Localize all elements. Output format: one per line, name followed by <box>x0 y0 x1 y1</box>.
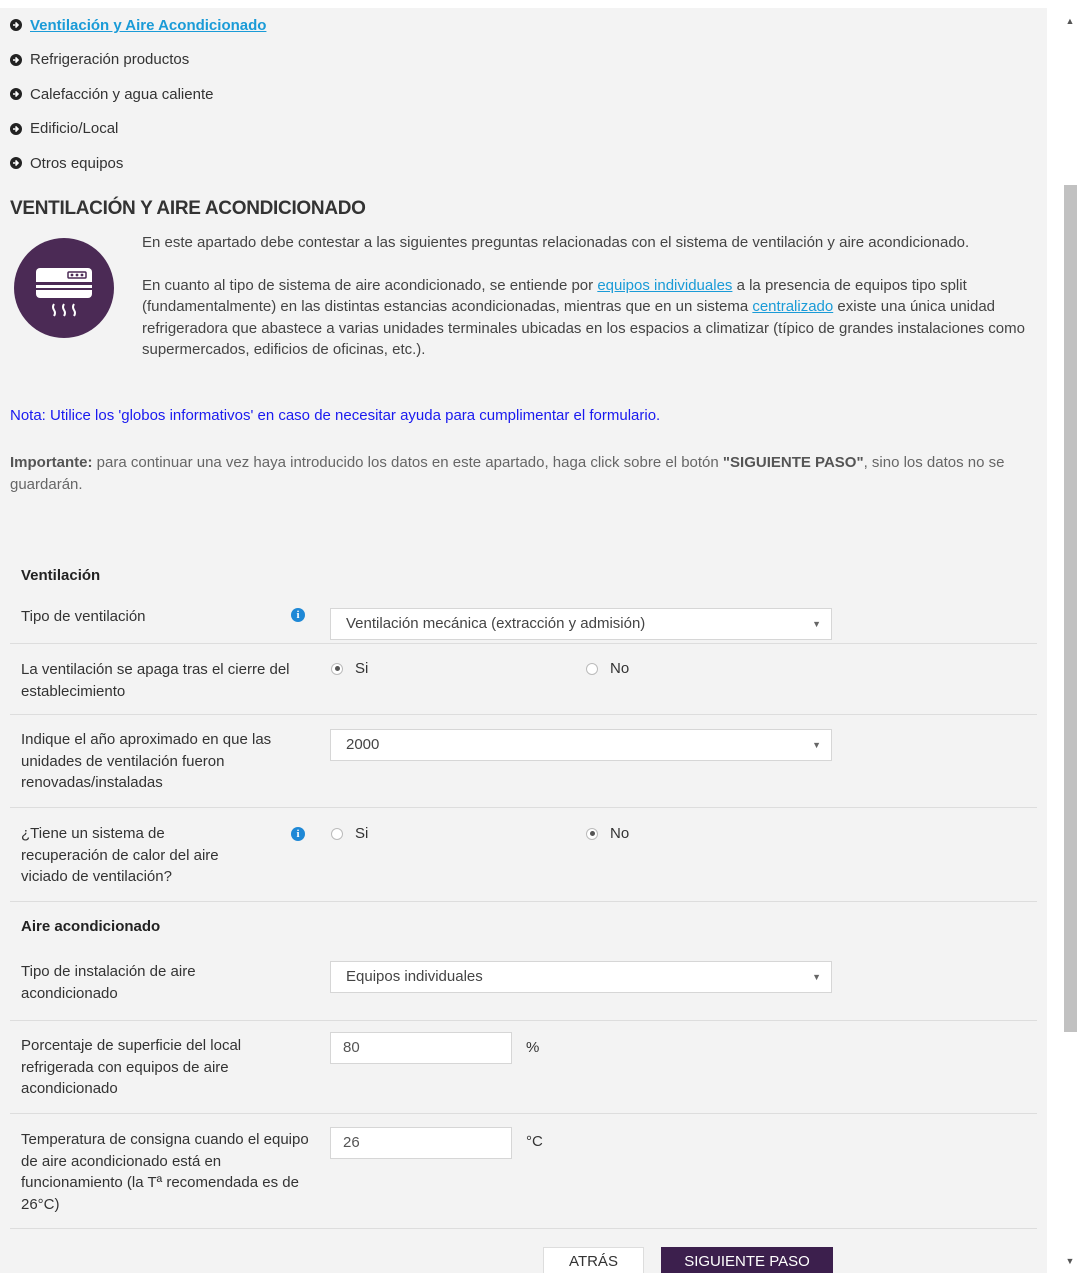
nav-item-otros[interactable]: Otros equipos <box>10 146 266 181</box>
important-button-name: "SIGUIENTE PASO" <box>722 454 864 471</box>
porcentaje-row: Porcentaje de superficie del local refri… <box>10 1021 1037 1114</box>
nav-item-ventilacion[interactable]: Ventilación y Aire Acondicionado <box>10 8 266 43</box>
radio-unchecked-icon[interactable] <box>331 827 343 840</box>
apaga-no-radio[interactable]: No <box>586 660 629 677</box>
nav-item-label[interactable]: Refrigeración productos <box>30 51 189 68</box>
nav-item-label[interactable]: Ventilación y Aire Acondicionado <box>30 17 266 34</box>
ac-group-title: Aire acondicionado <box>21 918 161 935</box>
nav-item-label[interactable]: Otros equipos <box>30 155 123 172</box>
arrow-right-icon <box>10 88 22 101</box>
nav-item-label[interactable]: Calefacción y agua caliente <box>30 86 213 103</box>
tipo-ventilacion-value: Ventilación mecánica (extracción y admis… <box>346 615 646 632</box>
apaga-no-label: No <box>610 660 630 677</box>
questionnaire-form: Ventilación Tipo de ventilación i Ventil… <box>10 556 1037 1229</box>
next-step-button[interactable]: SIGUIENTE PASO <box>661 1247 833 1273</box>
intro-text-part: En cuanto al tipo de sistema de aire aco… <box>142 276 598 294</box>
apaga-label: La ventilación se apaga tras el cierre d… <box>21 661 290 700</box>
apaga-si-label: Si <box>355 660 369 677</box>
arrow-right-icon <box>10 157 22 170</box>
percent-unit: % <box>526 1039 540 1056</box>
arrow-right-icon <box>10 19 22 32</box>
porcentaje-label: Porcentaje de superficie del local refri… <box>21 1037 242 1097</box>
scrollbar-thumb[interactable] <box>1064 185 1077 1032</box>
back-button[interactable]: ATRÁS <box>543 1247 644 1273</box>
section-nav: Ventilación y Aire Acondicionado Refrige… <box>10 8 266 181</box>
caret-down-icon: ▼ <box>812 740 821 750</box>
temperatura-row: Temperatura de consigna cuando el equipo… <box>10 1114 1037 1229</box>
arrow-right-icon <box>10 122 22 135</box>
scroll-down-arrow-icon[interactable]: ▼ <box>1062 1256 1078 1270</box>
equipos-individuales-link[interactable]: equipos individuales <box>597 277 732 294</box>
important-text: para continuar una vez haya introducido … <box>92 454 723 471</box>
anio-label: Indique el año aproximado en que las uni… <box>21 731 272 791</box>
recuperacion-si-label: Si <box>355 825 369 842</box>
tipo-ventilacion-label: Tipo de ventilación <box>21 608 146 625</box>
recuperacion-row: ¿Tiene un sistema de recuperación de cal… <box>10 808 1037 902</box>
nav-item-label[interactable]: Edificio/Local <box>30 120 118 137</box>
caret-down-icon: ▼ <box>812 972 821 982</box>
tipo-instalacion-label: Tipo de instalación de aire acondicionad… <box>21 963 196 1002</box>
centralizado-link[interactable]: centralizado <box>752 298 833 315</box>
arrow-right-icon <box>10 53 22 66</box>
apaga-si-radio[interactable]: Si <box>331 660 368 677</box>
anio-row: Indique el año aproximado en que las uni… <box>10 715 1037 808</box>
intro-text: En este apartado debe contestar a las si… <box>10 232 1035 362</box>
section-title: VENTILACIÓN Y AIRE ACONDICIONADO <box>10 198 366 219</box>
tipo-ventilacion-row: Tipo de ventilación i Ventilación mecáni… <box>10 593 1037 644</box>
caret-down-icon: ▼ <box>812 619 821 629</box>
top-strip <box>0 0 1047 8</box>
tipo-instalacion-value: Equipos individuales <box>346 968 483 985</box>
important-notice: Importante: para continuar una vez haya … <box>10 452 1040 496</box>
nav-item-calefaccion[interactable]: Calefacción y agua caliente <box>10 77 266 112</box>
anio-value: 2000 <box>346 736 380 753</box>
tipo-ventilacion-select[interactable]: Ventilación mecánica (extracción y admis… <box>330 608 832 640</box>
recuperacion-si-radio[interactable]: Si <box>331 825 368 842</box>
radio-checked-icon[interactable] <box>331 662 343 675</box>
temperatura-label: Temperatura de consigna cuando el equipo… <box>21 1131 309 1213</box>
intro-paragraph-2: En cuanto al tipo de sistema de aire aco… <box>10 275 1035 361</box>
celsius-unit: °C <box>526 1133 543 1150</box>
info-icon[interactable]: i <box>291 827 305 841</box>
air-conditioner-icon <box>14 238 114 338</box>
radio-checked-icon[interactable] <box>586 827 598 840</box>
intro-paragraph-1: En este apartado debe contestar a las si… <box>142 234 970 251</box>
temperatura-input[interactable]: 26 <box>330 1127 512 1159</box>
radio-unchecked-icon[interactable] <box>586 662 598 675</box>
help-note: Nota: Utilice los 'globos informativos' … <box>10 407 661 424</box>
anio-select[interactable]: 2000 ▼ <box>330 729 832 761</box>
nav-item-refrigeracion[interactable]: Refrigeración productos <box>10 43 266 78</box>
scroll-up-arrow-icon[interactable]: ▲ <box>1062 16 1078 30</box>
tipo-instalacion-row: Tipo de instalación de aire acondicionad… <box>10 947 1037 1021</box>
important-label: Importante: <box>10 454 93 471</box>
info-icon[interactable]: i <box>291 608 305 622</box>
page-content: Ventilación y Aire Acondicionado Refrige… <box>0 0 1047 1273</box>
recuperacion-label: ¿Tiene un sistema de recuperación de cal… <box>21 825 219 885</box>
ventilation-group-title: Ventilación <box>21 567 101 584</box>
recuperacion-no-label: No <box>610 825 630 842</box>
recuperacion-no-radio[interactable]: No <box>586 825 629 842</box>
porcentaje-input[interactable]: 80 <box>330 1032 512 1064</box>
tipo-instalacion-select[interactable]: Equipos individuales ▼ <box>330 961 832 993</box>
nav-item-edificio[interactable]: Edificio/Local <box>10 112 266 147</box>
apaga-row: La ventilación se apaga tras el cierre d… <box>10 644 1037 715</box>
